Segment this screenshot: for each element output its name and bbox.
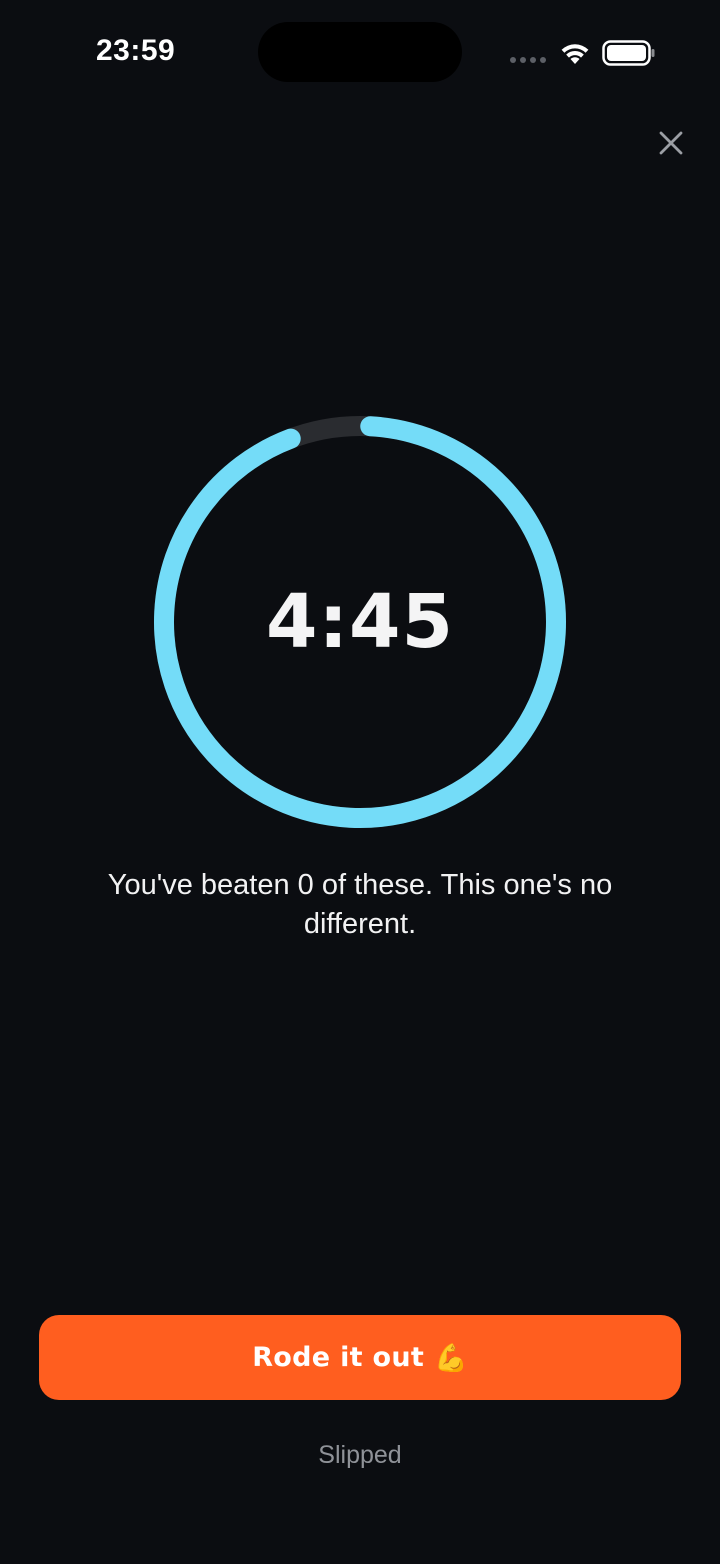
rode-it-out-label: Rode it out [252, 1342, 425, 1373]
timer-value: 4:45 [265, 579, 455, 665]
signal-dots-icon [510, 57, 548, 65]
timer-ring: 4:45 [152, 414, 568, 830]
slipped-button[interactable]: Slipped [260, 1436, 460, 1474]
rode-it-out-button[interactable]: Rode it out 💪 [39, 1315, 681, 1400]
dynamic-island [258, 22, 462, 82]
battery-icon [602, 40, 656, 66]
status-time: 23:59 [96, 34, 176, 67]
flexed-bicep-icon: 💪 [434, 1342, 468, 1373]
close-button[interactable] [650, 122, 692, 164]
status-bar: 23:59 [0, 0, 720, 110]
motivation-message: You've beaten 0 of these. This one's no … [107, 869, 613, 940]
wifi-icon [558, 38, 592, 66]
close-icon [659, 131, 683, 155]
